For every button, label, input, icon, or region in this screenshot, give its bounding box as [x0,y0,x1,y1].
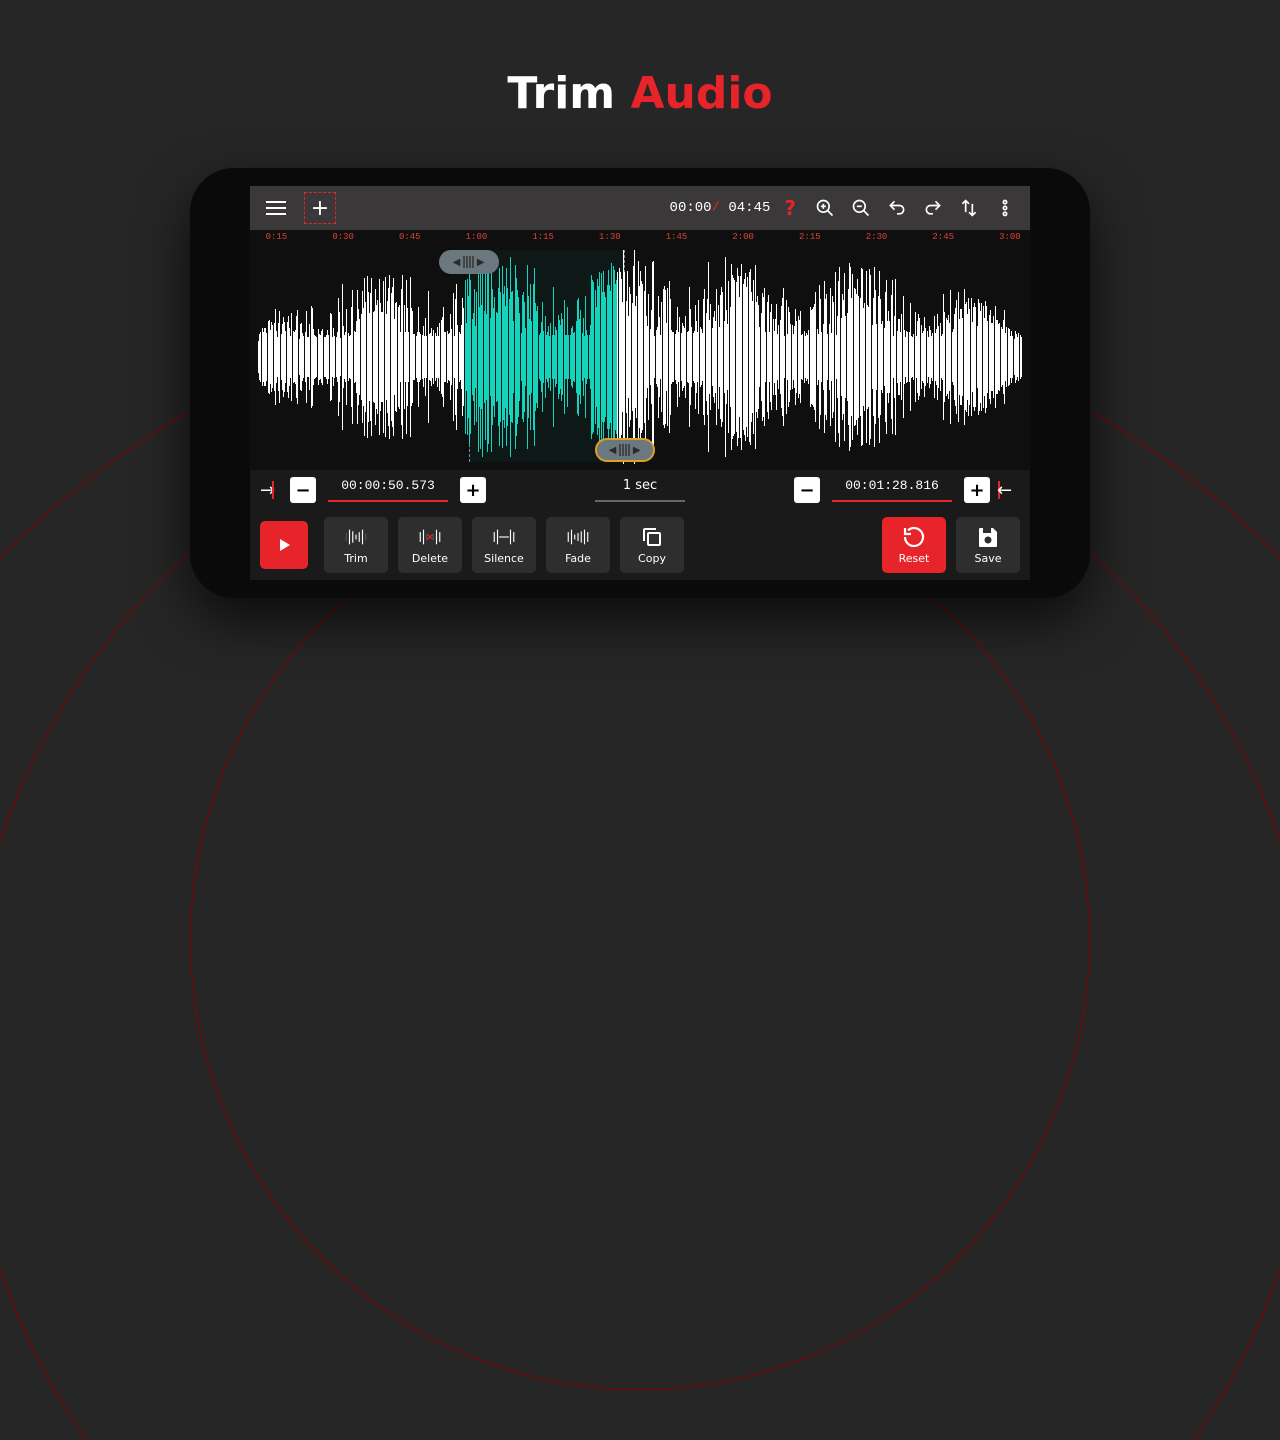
increment-start-button[interactable]: + [460,477,486,503]
add-button[interactable]: + [304,192,336,224]
jump-end-icon[interactable]: ← [998,480,1020,501]
save-button[interactable]: Save [956,517,1020,573]
ruler-tick: 2:15 [799,232,821,242]
waveform-canvas [258,250,1022,464]
help-icon[interactable]: ? [776,196,804,220]
ruler-tick: 0:15 [266,232,288,242]
reset-button[interactable]: Reset [882,517,946,573]
position-bar: → − 00:00:50.573 + 1 sec − 00:01:28.816 … [250,470,1030,510]
ruler-tick: 2:30 [866,232,888,242]
time-ruler: 0:15 0:30 0:45 1:00 1:15 1:30 1:45 2:00 2:15 2:30… [258,230,1022,248]
phone-frame: + 00:00/ 04:45 ? 0:15 0:30 0:45 1:00 1:15 1:3… [190,168,1090,598]
trim-button[interactable]: Trim [324,517,388,573]
decrement-end-button[interactable]: − [794,477,820,503]
ruler-tick: 1:45 [666,232,688,242]
more-vert-icon[interactable] [990,192,1020,224]
undo-icon[interactable] [882,192,912,224]
ruler-tick: 1:00 [466,232,488,242]
ruler-tick: 2:00 [732,232,754,242]
ruler-tick: 1:30 [599,232,621,242]
page-title: Trim Audio [0,68,1280,119]
ruler-tick: 3:00 [999,232,1021,242]
zoom-in-icon[interactable] [810,192,840,224]
delete-button[interactable]: Delete [398,517,462,573]
waveform-area[interactable]: 0:15 0:30 0:45 1:00 1:15 1:30 1:45 2:00 2:15 2:30… [250,230,1030,470]
redo-icon[interactable] [918,192,948,224]
fade-button[interactable]: Fade [546,517,610,573]
ruler-tick: 2:45 [932,232,954,242]
trim-handle-end[interactable]: ◀▶ [595,438,655,462]
ruler-tick: 1:15 [532,232,554,242]
copy-button[interactable]: Copy [620,517,684,573]
action-toolbar: Trim Delete Silence Fade Copy Reset Save [250,510,1030,580]
end-time-field[interactable]: 00:01:28.816 [832,478,952,502]
decor-ring [190,490,1090,1390]
screen: + 00:00/ 04:45 ? 0:15 0:30 0:45 1:00 1:15 1:3… [250,186,1030,580]
playback-time: 00:00/ 04:45 [670,200,771,216]
step-size-field[interactable]: 1 sec [595,478,685,502]
swap-vertical-icon[interactable] [954,192,984,224]
zoom-out-icon[interactable] [846,192,876,224]
trim-handle-start[interactable]: ◀▶ [439,250,499,274]
start-time-field[interactable]: 00:00:50.573 [328,478,448,502]
hamburger-menu-icon[interactable] [260,192,292,224]
play-button[interactable] [260,521,308,569]
increment-end-button[interactable]: + [964,477,990,503]
decrement-start-button[interactable]: − [290,477,316,503]
ruler-tick: 0:30 [332,232,354,242]
silence-button[interactable]: Silence [472,517,536,573]
app-topbar: + 00:00/ 04:45 ? [250,186,1030,230]
ruler-tick: 0:45 [399,232,421,242]
jump-start-icon[interactable]: → [260,480,282,501]
